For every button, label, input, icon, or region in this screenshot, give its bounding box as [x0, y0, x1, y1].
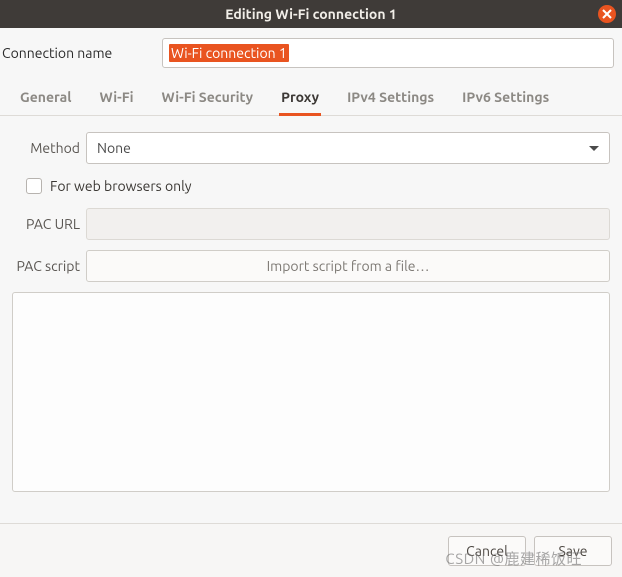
tab-general[interactable]: General	[18, 81, 74, 115]
browsers-only-label[interactable]: For web browsers only	[50, 178, 192, 194]
browsers-only-row: For web browsers only	[12, 174, 610, 208]
pac-url-input[interactable]	[86, 208, 610, 240]
cancel-label: Cancel	[466, 543, 508, 559]
chevron-down-icon	[589, 146, 599, 151]
import-script-label: Import script from a file…	[267, 258, 430, 274]
pac-url-row: PAC URL	[12, 208, 610, 240]
save-label: Save	[558, 543, 587, 559]
tab-proxy[interactable]: Proxy	[279, 81, 321, 115]
tab-body-proxy: Method None For web browsers only PAC UR…	[0, 116, 622, 282]
save-button[interactable]: Save	[534, 536, 612, 566]
tab-ipv6-settings[interactable]: IPv6 Settings	[460, 81, 551, 115]
tab-wifi-security[interactable]: Wi-Fi Security	[159, 81, 255, 115]
pac-script-label: PAC script	[12, 258, 80, 274]
browsers-only-checkbox[interactable]	[26, 178, 42, 194]
pac-url-label: PAC URL	[12, 216, 80, 232]
connection-name-row: Connection name Wi-Fi connection 1	[0, 28, 622, 80]
tab-wifi[interactable]: Wi-Fi	[98, 81, 136, 115]
close-icon[interactable]	[598, 5, 616, 23]
method-value: None	[97, 140, 131, 156]
cancel-button[interactable]: Cancel	[448, 536, 526, 566]
title-bar: Editing Wi-Fi connection 1	[0, 0, 622, 28]
connection-name-label: Connection name	[0, 45, 152, 61]
tab-ipv4-settings[interactable]: IPv4 Settings	[345, 81, 436, 115]
script-content-area[interactable]	[12, 292, 610, 492]
window-title: Editing Wi-Fi connection 1	[225, 6, 397, 22]
method-combobox[interactable]: None	[86, 132, 610, 164]
pac-script-row: PAC script Import script from a file…	[12, 250, 610, 282]
import-script-button[interactable]: Import script from a file…	[86, 250, 610, 282]
method-row: Method None	[12, 132, 610, 164]
method-label: Method	[12, 140, 80, 156]
connection-name-input[interactable]: Wi-Fi connection 1	[162, 38, 614, 68]
tab-bar: General Wi-Fi Wi-Fi Security Proxy IPv4 …	[0, 80, 622, 116]
connection-name-value: Wi-Fi connection 1	[169, 44, 289, 62]
dialog-footer: Cancel Save	[0, 523, 622, 577]
